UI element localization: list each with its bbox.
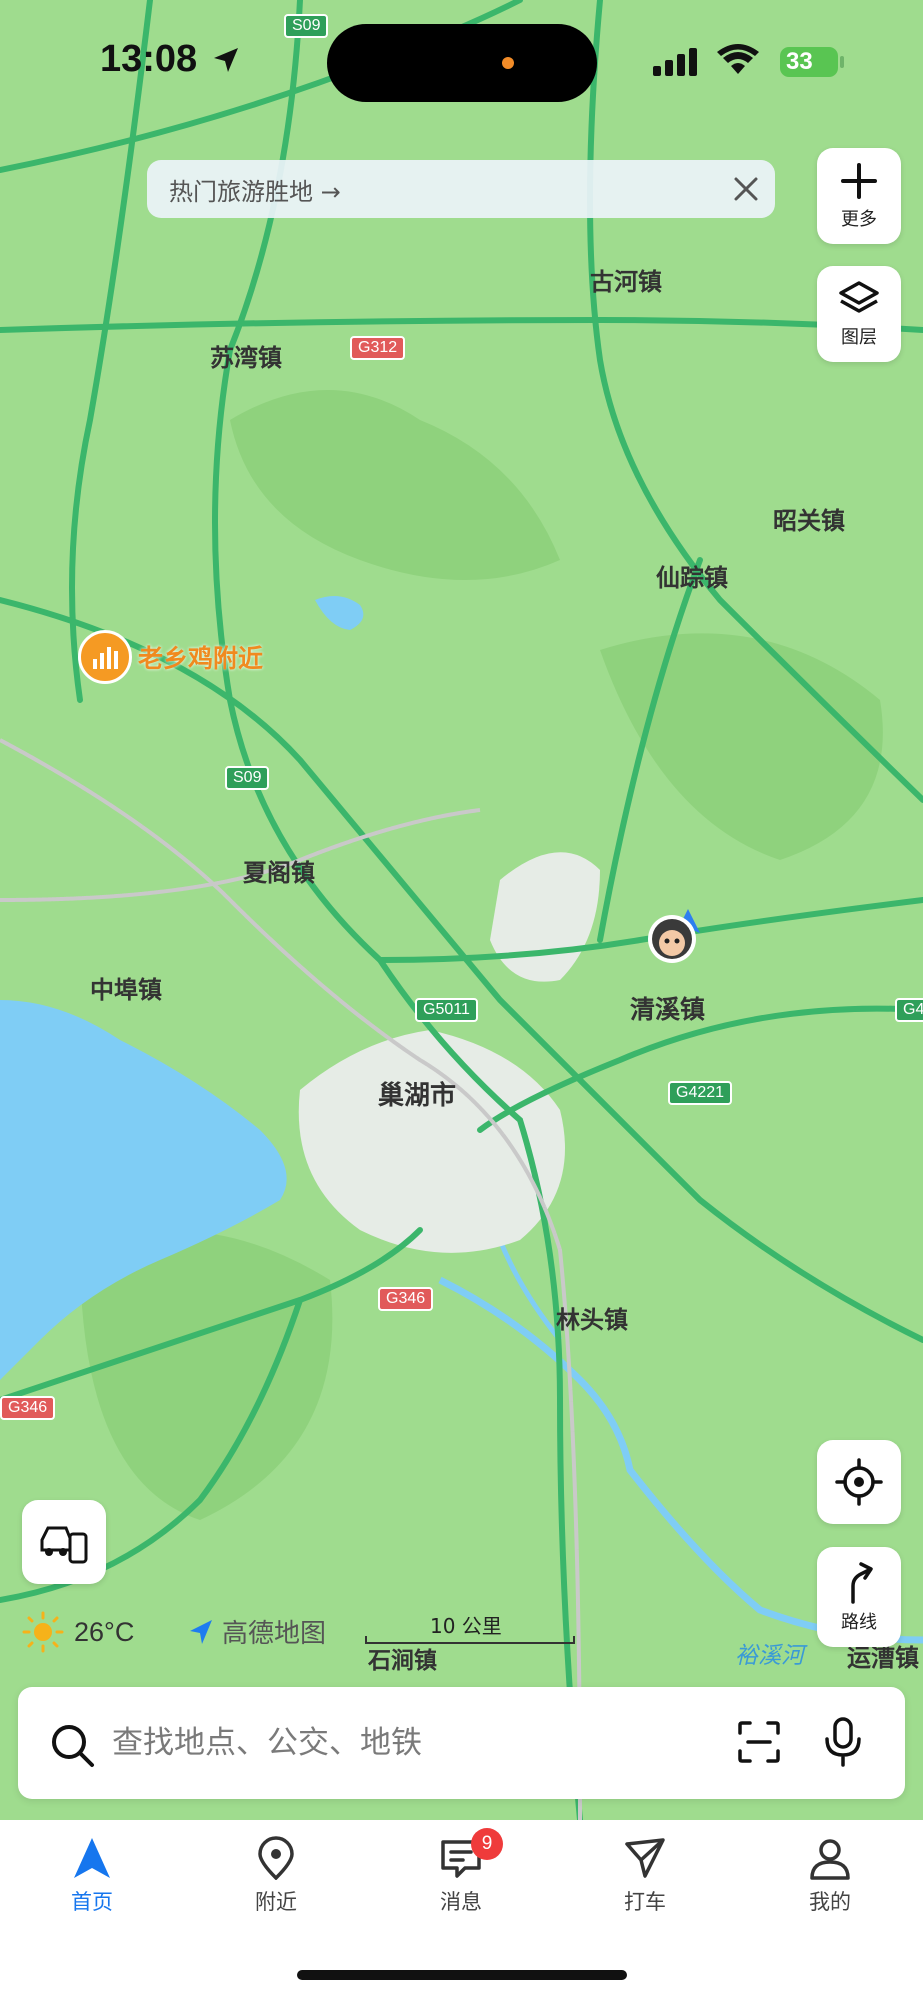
map-scale: 10 公里 [365,1610,575,1646]
brand-name: 高德地图 [222,1619,327,1649]
status-time: 13:08 [100,38,198,80]
place-label[interactable]: 石涧镇 [368,1641,437,1675]
sun-icon [22,1611,64,1653]
more-label: 更多 [841,209,877,230]
tab-label: 首页 [71,1890,113,1914]
battery-level: 33 [780,47,838,77]
road-shield: G5011 [415,998,478,1022]
tab-nearby[interactable]: 附近 [216,1836,336,1916]
temperature: 26°C [74,1616,135,1647]
tab-home[interactable]: 首页 [32,1836,152,1916]
hot-destinations-banner[interactable]: 热门旅游胜地 → [147,160,775,218]
brand-watermark: 高德地图 [186,1613,326,1650]
road-shield: G4 [895,998,923,1022]
place-label[interactable]: 中埠镇 [90,970,162,1005]
route-icon [851,1562,873,1604]
place-label[interactable]: 古河镇 [590,262,662,297]
road-shield: G346 [378,1287,434,1311]
weather-widget[interactable]: 26°C [22,1611,134,1653]
search-icon [52,1725,94,1767]
user-location-marker[interactable] [644,907,702,965]
close-icon[interactable] [729,172,763,206]
river-label: 裕溪河 [735,1643,804,1669]
car-phone-icon [40,1526,88,1564]
locate-me-button[interactable] [817,1440,901,1524]
place-label[interactable]: 仙踪镇 [656,558,728,593]
tab-taxi[interactable]: 打车 [585,1836,705,1916]
road-shield: G312 [350,336,406,360]
taxi-icon [625,1838,665,1878]
map-canvas[interactable] [0,0,923,1820]
poi-icon [78,630,132,684]
traffic-mode-button[interactable] [22,1500,106,1584]
scale-bar [365,1636,575,1644]
dynamic-island [327,24,597,102]
hot-destinations-label[interactable]: 热门旅游胜地 → [169,172,341,207]
scan-icon[interactable] [736,1719,782,1765]
user-icon [810,1839,850,1880]
tab-label: 打车 [624,1890,666,1914]
layers-icon [839,281,879,313]
home-arrow-icon [74,1838,110,1878]
road-shield: S09 [225,766,270,790]
crosshair-icon [835,1458,883,1506]
location-pin-icon [258,1836,294,1880]
home-indicator [297,1970,627,1980]
search-bar[interactable] [18,1687,905,1799]
privacy-indicator [502,57,514,69]
place-label[interactable]: 清溪镇 [630,990,705,1026]
place-label[interactable]: 苏湾镇 [210,338,282,373]
scale-label: 10 公里 [430,1614,502,1638]
tab-label: 我的 [809,1890,851,1914]
location-services-icon [214,48,238,72]
plus-icon [841,163,877,199]
layers-button[interactable]: 图层 [817,266,901,362]
place-label[interactable]: 林头镇 [556,1300,628,1335]
route-label: 路线 [841,1612,877,1633]
search-input[interactable] [112,1717,672,1769]
road-shield: G4221 [668,1081,733,1105]
tab-label: 消息 [440,1890,482,1914]
microphone-icon[interactable] [823,1717,863,1767]
amap-logo-icon [190,1619,212,1644]
tab-profile[interactable]: 我的 [770,1836,890,1916]
tab-label: 附近 [255,1890,297,1914]
more-button[interactable]: 更多 [817,148,901,244]
place-label[interactable]: 昭关镇 [773,501,845,536]
poi-marker[interactable]: 老乡鸡附近 [78,630,263,684]
unread-badge: 9 [471,1828,503,1860]
road-shield: G346 [0,1396,56,1420]
layers-label: 图层 [841,327,877,348]
wifi-icon [717,44,759,74]
location-arrow-icon [648,909,700,963]
status-bar: 13:08 33 [0,0,923,120]
tab-messages[interactable]: 9 消息 [401,1828,521,1916]
place-label[interactable]: 夏阁镇 [243,853,315,888]
cellular-signal-icon [653,48,697,76]
route-button[interactable]: 路线 [817,1547,901,1647]
place-label[interactable]: 巢湖市 [378,1075,456,1112]
battery-tip [840,56,844,68]
poi-label[interactable]: 老乡鸡附近 [138,639,263,675]
